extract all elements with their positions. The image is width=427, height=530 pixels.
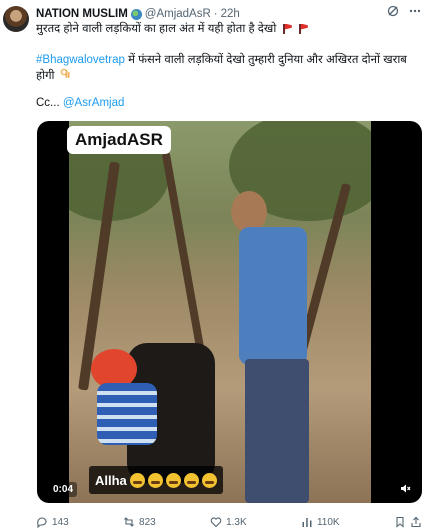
mention-link[interactable]: @AsrAmjad [63, 97, 125, 109]
view-count: 110K [316, 516, 340, 528]
separator-dot: · [213, 8, 218, 20]
mute-icon[interactable] [396, 479, 414, 497]
crying-face-icon [201, 472, 217, 488]
person-shirt [239, 227, 307, 365]
video-watermark: AmjadASR [67, 126, 171, 154]
timestamp[interactable]: 22h [221, 8, 240, 20]
views-button[interactable]: 110K [301, 516, 340, 528]
ok-hand-icon [60, 68, 70, 84]
globe-emoji-icon [130, 8, 142, 20]
person-jeans [245, 359, 309, 503]
bookmark-share-group [394, 516, 422, 528]
crying-face-icon [183, 472, 199, 488]
hashtag-link[interactable]: #Bhagwalovetrap [36, 54, 125, 66]
retweet-count: 823 [139, 516, 156, 528]
reply-icon [37, 517, 47, 528]
tweet-header: NATION MUSLIM @AmjadAsR · 22h [36, 6, 240, 22]
grok-icon[interactable] [387, 5, 399, 20]
crying-face-icon [129, 472, 145, 488]
author-name[interactable]: NATION MUSLIM [36, 8, 128, 20]
share-icon[interactable] [410, 516, 422, 528]
author-handle[interactable]: @AmjadAsR [145, 8, 211, 20]
tweet-top-actions [387, 5, 421, 20]
retweet-icon [124, 517, 134, 527]
reply-count: 143 [52, 516, 69, 528]
caption-text: Allha [95, 472, 127, 488]
avatar[interactable] [3, 6, 29, 32]
video-frame[interactable] [69, 121, 371, 503]
reply-button[interactable]: 143 [36, 516, 69, 528]
tweet[interactable]: NATION MUSLIM @AmjadAsR · 22h मुरतद होने… [0, 0, 427, 528]
retweet-button[interactable]: 823 [123, 516, 156, 528]
bookmark-icon[interactable] [394, 516, 406, 528]
views-icon [302, 518, 312, 527]
crying-face-icon [165, 472, 181, 488]
red-flag-icon [299, 23, 308, 34]
like-button[interactable]: 1.3K [210, 516, 247, 528]
more-options-icon[interactable] [409, 5, 421, 20]
heart-icon [210, 517, 222, 528]
tree-trunk [161, 151, 205, 351]
tweet-text-paragraph2: #Bhagwalovetrap में फंसने वाली लड़कियों … [36, 53, 420, 84]
video-caption: Allha [89, 466, 223, 494]
cc-line: Cc... @AsrAmjad [36, 97, 124, 109]
like-count: 1.3K [226, 516, 247, 528]
crying-face-icon [147, 472, 163, 488]
child-coat [97, 383, 157, 445]
video-timecode: 0:04 [49, 482, 78, 497]
tweet-text-hindi-1: मुरतद होने वाली लड़कियों का हाल अंत में … [36, 23, 277, 35]
tweet-text-line1: मुरतद होने वाली लड़कियों का हाल अंत में … [36, 21, 308, 36]
cc-prefix: Cc... [36, 97, 63, 109]
video-player[interactable]: AmjadASR Allha 0:04 [37, 121, 422, 503]
red-flag-icon [283, 23, 292, 34]
